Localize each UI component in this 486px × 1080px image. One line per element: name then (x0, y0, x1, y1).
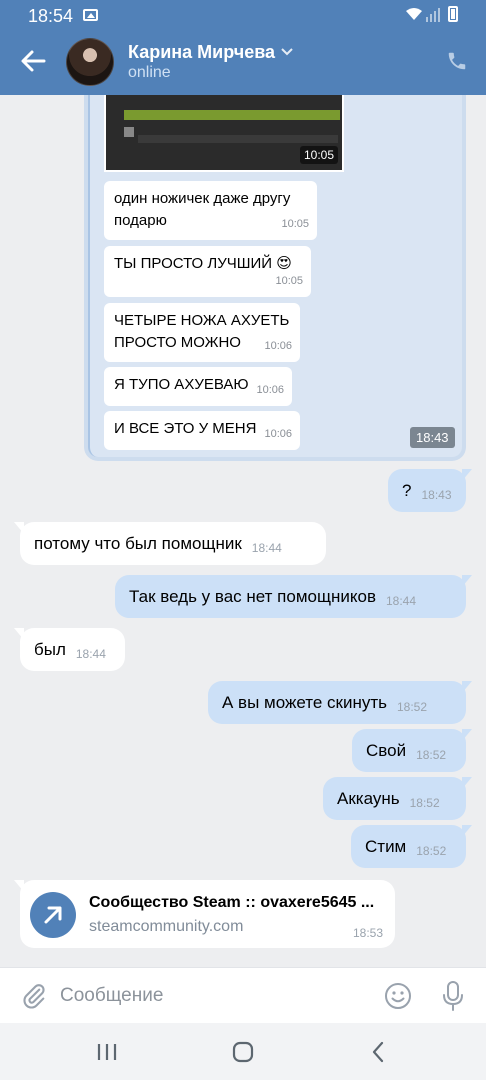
outgoing-message[interactable]: Аккаунь 18:52 (323, 777, 472, 820)
wifi-icon (405, 7, 423, 24)
chevron-down-icon (281, 45, 293, 59)
attach-icon[interactable] (20, 982, 48, 1010)
avatar[interactable] (66, 38, 114, 86)
link-title: Сообщество Steam :: ovaxere5645 ... (89, 894, 375, 911)
status-bar: 18:54 (0, 0, 486, 32)
outgoing-message[interactable]: Так ведь у вас нет помощников 18:44 (115, 575, 472, 618)
gallery-icon (83, 9, 98, 21)
forwarded-message: один ножичек даже другу подарю 10:05 (104, 181, 317, 240)
message-text: И ВСЕ ЭТО У МЕНЯ (114, 420, 257, 437)
contact-status: online (128, 64, 171, 81)
message-time: 10:06 (256, 384, 284, 396)
message-text: Аккаунь (337, 788, 400, 808)
nav-back-icon[interactable] (364, 1039, 394, 1065)
home-icon[interactable] (228, 1039, 258, 1065)
outgoing-message[interactable]: ? 18:43 (388, 469, 472, 512)
message-text: ? (402, 480, 412, 500)
message-text: А вы можете скинуть (222, 692, 387, 712)
phone-icon[interactable] (446, 50, 468, 72)
message-time: 18:44 (75, 646, 106, 661)
screenshot-time: 10:05 (299, 146, 338, 164)
link-domain: steamcommunity.com (89, 918, 244, 935)
message-text: потому что был помощник (34, 533, 242, 553)
message-text: один ножичек даже другу подарю (114, 190, 291, 229)
contact-name[interactable]: Карина Мирчева (128, 42, 293, 63)
link-time: 18:53 (352, 926, 383, 940)
forwarded-message: ЧЕТЫРЕ НОЖА АХУЕТЬ ПРОСТО МОЖНО 10:06 (104, 303, 300, 362)
contact-name-text: Карина Мирчева (128, 42, 276, 62)
message-composer (0, 967, 486, 1023)
battery-icon (448, 6, 458, 22)
chat-header: 18:54 Карина Мирчева online (0, 0, 486, 95)
message-text: был (34, 639, 66, 659)
status-time: 18:54 (28, 6, 74, 26)
incoming-message[interactable]: потому что был помощник 18:44 (14, 522, 326, 565)
message-time: 18:52 (397, 699, 428, 714)
message-text: Я ТУПО АХУЕВАЮ (114, 376, 249, 393)
screenshot-bar (124, 110, 340, 120)
message-time: 18:44 (251, 540, 282, 555)
message-text: ЧЕТЫРЕ НОЖА АХУЕТЬ ПРОСТО МОЖНО (114, 312, 290, 351)
message-time: 18:43 (421, 487, 452, 502)
forwarded-screenshot[interactable]: 10:05 (104, 95, 344, 172)
forwarded-message: Я ТУПО АХУЕВАЮ 10:06 (104, 367, 292, 406)
screenshot-avatar (124, 127, 134, 137)
recent-apps-icon[interactable] (92, 1039, 122, 1065)
incoming-message[interactable]: был 18:44 (14, 628, 125, 671)
mic-icon[interactable] (440, 980, 466, 1012)
message-text: Стим (365, 836, 407, 856)
message-time: 10:05 (281, 218, 309, 230)
outgoing-message[interactable]: А вы можете скинуть 18:52 (208, 681, 472, 724)
message-time: 10:06 (264, 428, 292, 440)
forwarded-message: ТЫ ПРОСТО ЛУЧШИЙ 😍 10:05 (104, 246, 311, 297)
message-text: ТЫ ПРОСТО ЛУЧШИЙ 😍 (114, 255, 292, 272)
message-text: Свой (366, 740, 407, 760)
message-time: 18:44 (385, 593, 417, 608)
outgoing-message[interactable]: Свой 18:52 (352, 729, 472, 772)
back-arrow-icon[interactable] (18, 46, 48, 76)
signal-icon (426, 8, 440, 22)
system-nav-bar (0, 1023, 486, 1080)
message-time: 18:52 (409, 795, 440, 810)
forward-time: 18:43 (410, 427, 455, 448)
forwarded-message: И ВСЕ ЭТО У МЕНЯ 10:06 (104, 411, 300, 450)
screenshot-row (138, 135, 338, 143)
message-time: 10:06 (264, 340, 292, 352)
link-card[interactable]: Сообщество Steam :: ovaxere5645 ... stea… (14, 880, 395, 948)
message-input[interactable] (60, 978, 360, 1014)
message-time: 18:52 (416, 843, 447, 858)
share-arrow-icon (30, 892, 76, 938)
outgoing-message[interactable]: Стим 18:52 (351, 825, 472, 868)
emoji-icon[interactable] (383, 981, 413, 1011)
message-time: 10:05 (275, 275, 303, 287)
message-text: Так ведь у вас нет помощников (129, 586, 376, 606)
message-time: 18:52 (416, 747, 447, 762)
